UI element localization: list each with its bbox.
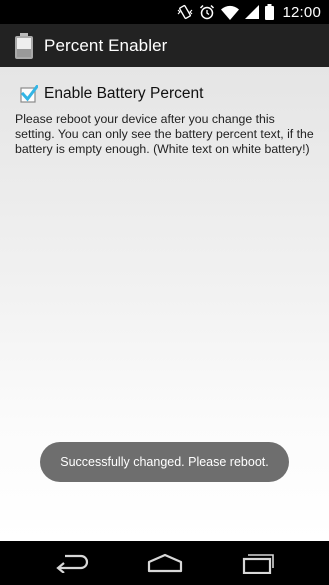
status-time: 12:00	[282, 3, 321, 21]
back-icon[interactable]	[48, 541, 98, 585]
action-bar: Percent Enabler	[0, 24, 329, 67]
status-bar: 12:00	[0, 0, 329, 24]
home-icon[interactable]	[140, 541, 190, 585]
checkmark-icon	[20, 84, 40, 103]
setting-description: Please reboot your device after you chan…	[15, 112, 314, 156]
vibrate-icon	[177, 4, 193, 20]
enable-battery-percent-checkbox[interactable]	[20, 84, 40, 103]
battery-icon	[265, 4, 275, 20]
recents-icon[interactable]	[232, 541, 282, 585]
wifi-icon	[221, 5, 240, 20]
navigation-bar	[0, 541, 329, 585]
enable-battery-percent-label[interactable]: Enable Battery Percent	[44, 85, 203, 103]
alarm-icon	[199, 4, 215, 20]
enable-battery-percent-setting[interactable]: Enable Battery Percent	[20, 84, 203, 103]
app-title: Percent Enabler	[44, 35, 168, 55]
battery-icon	[12, 32, 36, 60]
toast-message: Successfully changed. Please reboot.	[40, 442, 289, 482]
cell-signal-icon	[245, 5, 260, 19]
